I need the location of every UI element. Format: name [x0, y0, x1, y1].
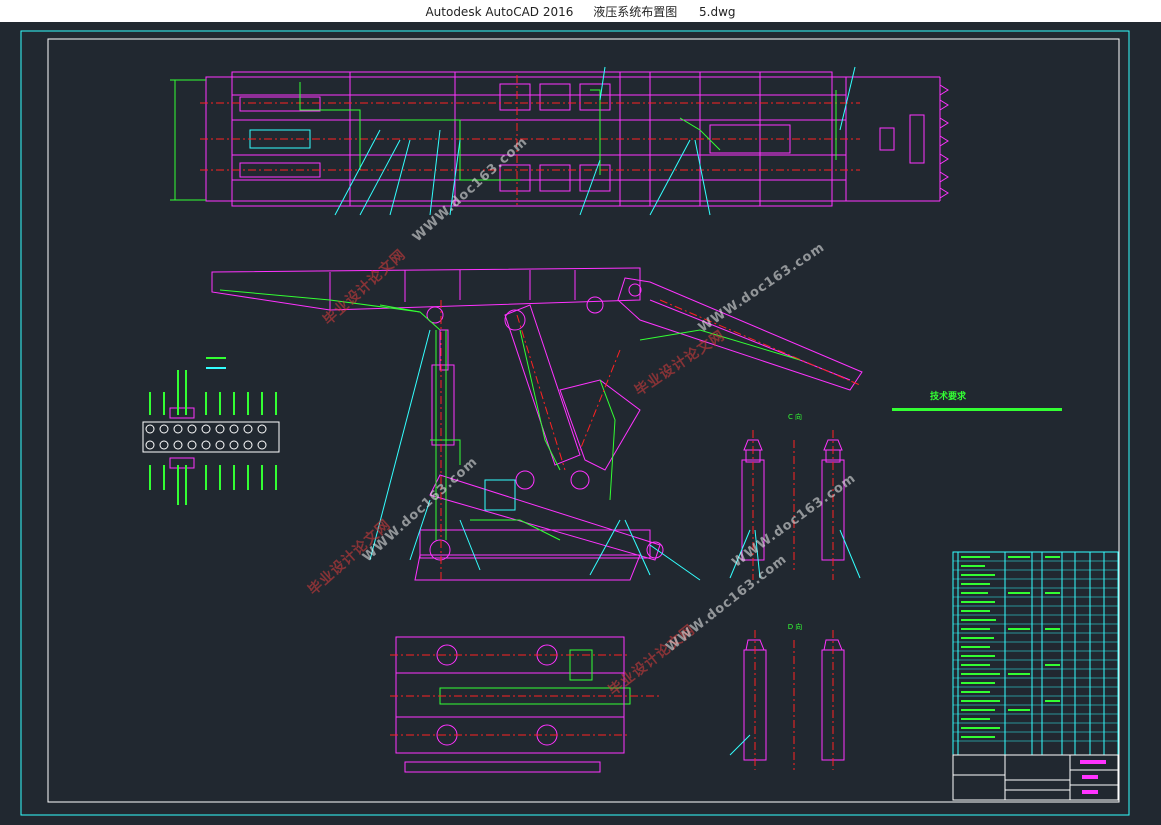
- document-title: 液压系统布置图: [593, 5, 678, 19]
- title-bar: Autodesk AutoCAD 2016 液压系统布置图 5.dwg: [0, 0, 1161, 23]
- parts-list-rows: [953, 560, 1118, 742]
- app-name: Autodesk AutoCAD 2016: [425, 5, 574, 19]
- notes-title: 技术要求: [930, 392, 967, 402]
- window-title: Autodesk AutoCAD 2016 液压系统布置图 5.dwg: [0, 3, 1161, 20]
- parts-list: [952, 551, 1119, 756]
- view-c-label: C 向: [787, 413, 803, 421]
- view-d-label: D 向: [787, 623, 803, 631]
- parts-list-text: [961, 556, 1060, 738]
- bottom-plan-view: [395, 636, 631, 773]
- drawing-canvas[interactable]: 技术要求 C 向 D 向 毕业设计论文网 WWW.doc163.com 毕业设计…: [0, 22, 1161, 825]
- cd-view-leaders: [729, 529, 861, 756]
- outer-frame: [20, 30, 1130, 816]
- gauge-panel: [142, 407, 280, 469]
- cad-drawing: [20, 30, 1130, 816]
- top-view-leaders: [334, 66, 856, 216]
- gauge-labels: [149, 357, 277, 505]
- cd-view-centerlines: [752, 430, 834, 770]
- file-name: 5.dwg: [699, 5, 736, 19]
- title-block-marks: [1080, 760, 1106, 794]
